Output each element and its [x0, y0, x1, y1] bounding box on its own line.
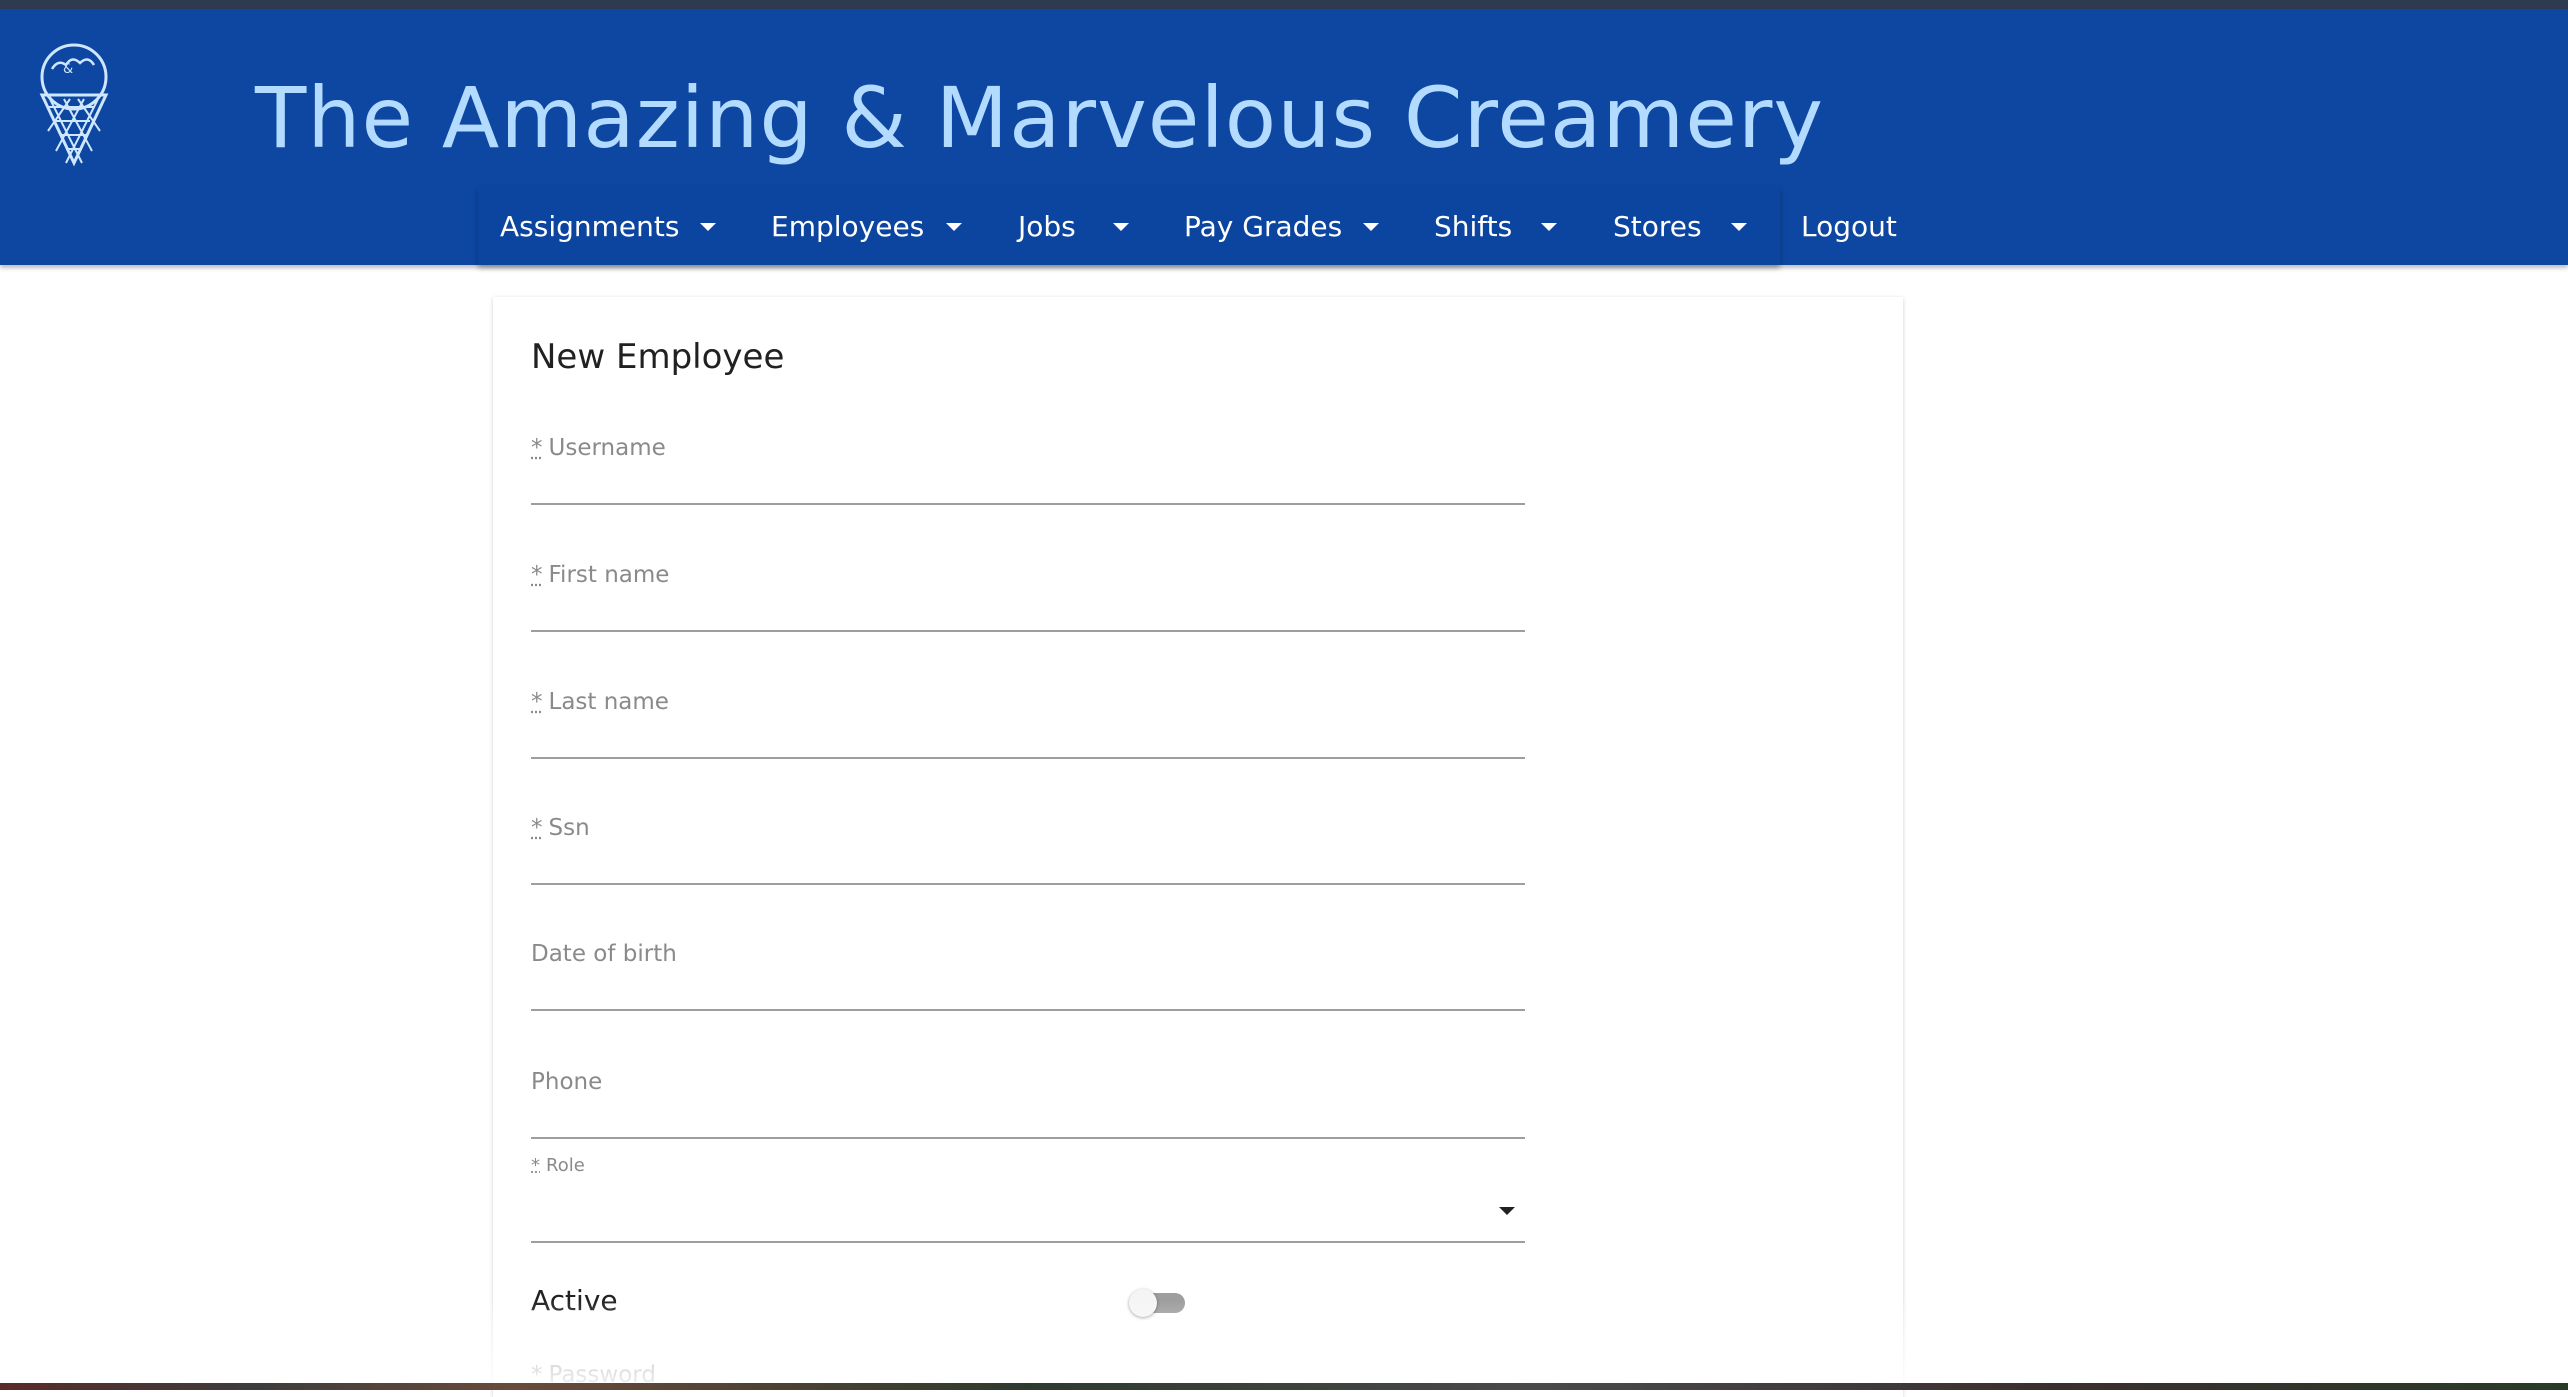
nav-item-employees[interactable]: Employees [771, 187, 924, 265]
nav-item-label: Logout [1801, 210, 1897, 243]
site-header: & The Amazing & Marvelous Creamery [0, 9, 2568, 187]
toggle-knob[interactable] [1129, 1289, 1157, 1317]
username-label-text: Username [549, 435, 666, 461]
nav-item-jobs[interactable]: Jobs [1018, 187, 1076, 265]
first-name-input[interactable] [531, 594, 1525, 630]
chevron-down-icon[interactable] [946, 223, 962, 231]
active-label: Active [531, 1284, 618, 1317]
new-employee-card: New Employee * Username * First name * Last… [493, 297, 1903, 1397]
first-name-field[interactable]: * First name [531, 562, 1525, 632]
first-name-label: * First name [531, 562, 669, 588]
ssn-label-text: Ssn [549, 815, 590, 841]
role-label-text: Role [546, 1155, 585, 1176]
first-name-label-text: First name [549, 562, 670, 588]
last-name-label-text: Last name [549, 689, 669, 715]
required-marker: * [531, 1155, 540, 1176]
required-marker: * [531, 435, 543, 461]
phone-input[interactable] [531, 1101, 1525, 1137]
nav-item-label: Assignments [500, 210, 679, 243]
last-name-label: * Last name [531, 689, 669, 715]
nav-item-label: Employees [771, 210, 924, 243]
role-label: * Role [531, 1155, 585, 1176]
nav-item-shifts[interactable]: Shifts [1434, 187, 1512, 265]
required-marker: * [531, 689, 543, 715]
chevron-down-icon[interactable] [700, 223, 716, 231]
last-name-field[interactable]: * Last name [531, 689, 1525, 759]
chevron-down-icon[interactable] [1731, 223, 1747, 231]
username-label: * Username [531, 435, 666, 461]
last-name-input[interactable] [531, 721, 1525, 757]
site-title: The Amazing & Marvelous Creamery [255, 69, 1824, 167]
browser-top-edge [0, 0, 2568, 9]
nav-item-label: Stores [1613, 210, 1702, 243]
nav-item-stores[interactable]: Stores [1613, 187, 1702, 265]
date-of-birth-field[interactable]: Date of birth [531, 941, 1525, 1011]
nav-item-label: Pay Grades [1184, 210, 1342, 243]
nav-item-label: Shifts [1434, 210, 1512, 243]
role-select[interactable]: * Role [531, 1155, 1525, 1243]
ssn-label: * Ssn [531, 815, 590, 841]
ssn-field[interactable]: * Ssn [531, 815, 1525, 885]
chevron-down-icon[interactable] [1113, 223, 1129, 231]
required-marker: * [531, 562, 543, 588]
form-title: New Employee [531, 337, 784, 377]
username-input[interactable] [531, 467, 1525, 503]
active-toggle[interactable] [1129, 1290, 1185, 1316]
chevron-down-icon[interactable] [1499, 1207, 1515, 1215]
nav-item-pay-grades[interactable]: Pay Grades [1184, 187, 1342, 265]
nav-item-label: Jobs [1018, 210, 1076, 243]
nav-item-logout[interactable]: Logout [1801, 187, 1897, 265]
svg-text:&: & [63, 62, 73, 77]
date-of-birth-label: Date of birth [531, 941, 677, 967]
nav-item-assignments[interactable]: Assignments [500, 187, 679, 265]
required-marker: * [531, 815, 543, 841]
date-of-birth-input[interactable] [531, 973, 1525, 1009]
chevron-down-icon[interactable] [1363, 223, 1379, 231]
chevron-down-icon[interactable] [1541, 223, 1557, 231]
main-nav: Assignments Employees Jobs Pay Grades Sh… [0, 187, 2568, 265]
ssn-input[interactable] [531, 847, 1525, 883]
ice-cream-cone-icon: & [30, 39, 118, 169]
username-field[interactable]: * Username [531, 435, 1525, 505]
nav-bar: Assignments Employees Jobs Pay Grades Sh… [478, 187, 1780, 265]
phone-label: Phone [531, 1069, 602, 1095]
phone-field[interactable]: Phone [531, 1069, 1525, 1139]
taskbar-strip [0, 1383, 2568, 1390]
